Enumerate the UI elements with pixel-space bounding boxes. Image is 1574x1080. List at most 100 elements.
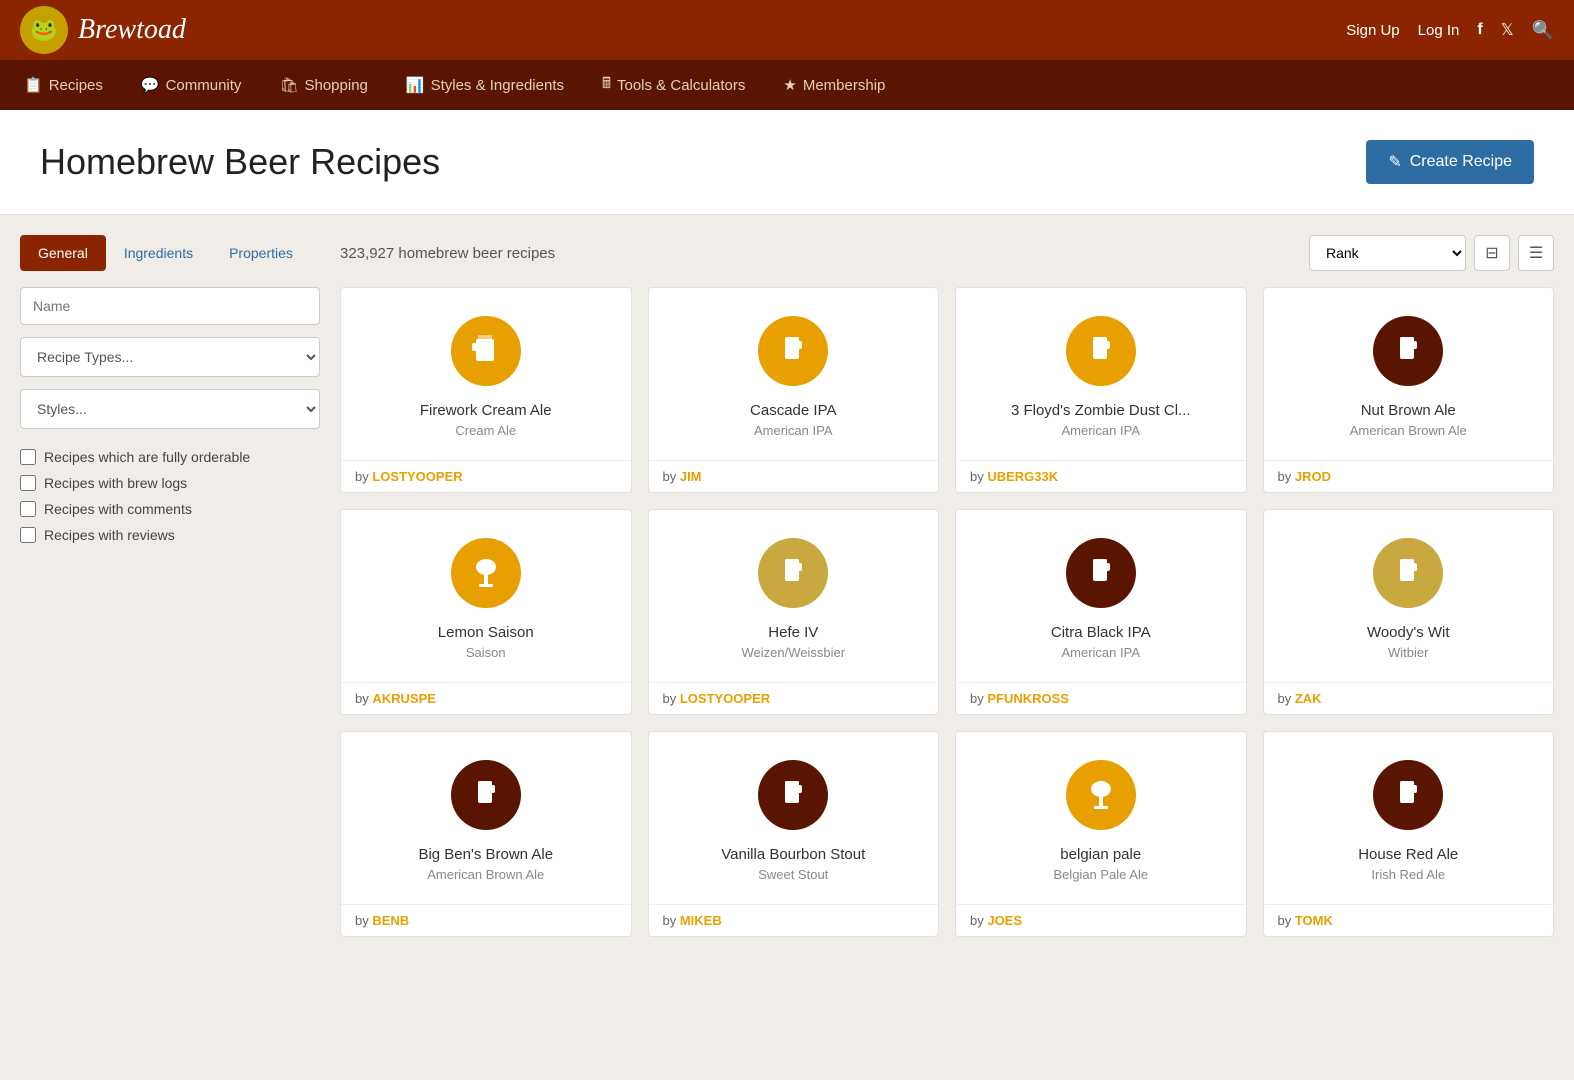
card-icon-area [956, 510, 1246, 624]
author-link[interactable]: BENB [372, 913, 409, 928]
recipe-card[interactable]: Woody's Wit Witbier by ZAK [1263, 509, 1555, 715]
logo-icon: 🐸 [20, 6, 68, 54]
author-link[interactable]: JROD [1295, 469, 1331, 484]
checkbox-reviews[interactable]: Recipes with reviews [20, 527, 320, 543]
recipe-card[interactable]: Citra Black IPA American IPA by PFUNKROS… [955, 509, 1247, 715]
create-icon: ✎ [1388, 152, 1401, 172]
checkbox-orderable-input[interactable] [20, 449, 36, 465]
nav-membership[interactable]: ★ Membership [779, 60, 889, 110]
card-name: 3 Floyd's Zombie Dust Cl... [970, 402, 1232, 419]
card-footer: by LOSTYOOPER [341, 460, 631, 492]
author-link[interactable]: LOSTYOOPER [680, 691, 770, 706]
card-footer: by ZAK [1264, 682, 1554, 714]
list-view-button[interactable]: ☰ [1518, 235, 1554, 271]
recipe-grid: Firework Cream Ale Cream Ale by LOSTYOOP… [340, 287, 1554, 937]
sort-controls: Rank Newest Most Viewed Most Commented ⊟… [1309, 235, 1554, 271]
card-name: Citra Black IPA [970, 624, 1232, 641]
styles-select[interactable]: Styles... [20, 389, 320, 429]
card-name: belgian pale [970, 846, 1232, 863]
card-style: American Brown Ale [355, 867, 617, 882]
twitter-icon[interactable]: 𝕏 [1501, 20, 1514, 40]
card-icon-area [341, 510, 631, 624]
card-name: House Red Ale [1278, 846, 1540, 863]
author-link[interactable]: JOES [987, 913, 1022, 928]
filter-icon-button[interactable]: ⊟ [1474, 235, 1510, 271]
recipe-types-select[interactable]: Recipe Types... [20, 337, 320, 377]
author-link[interactable]: AKRUSPE [372, 691, 436, 706]
beer-icon [1373, 316, 1443, 386]
nav-shopping[interactable]: 🛍 Shopping [275, 60, 371, 110]
checkbox-brewlogs[interactable]: Recipes with brew logs [20, 475, 320, 491]
tab-general[interactable]: General [20, 235, 106, 271]
recipe-card[interactable]: Cascade IPA American IPA by JIM [648, 287, 940, 493]
name-input[interactable] [20, 287, 320, 325]
checkbox-comments[interactable]: Recipes with comments [20, 501, 320, 517]
page-header: Homebrew Beer Recipes ✎ Create Recipe [0, 110, 1574, 215]
search-icon[interactable]: 🔍 [1532, 20, 1554, 41]
tab-properties[interactable]: Properties [211, 235, 311, 271]
facebook-icon[interactable]: f [1477, 21, 1482, 39]
recipe-card[interactable]: Vanilla Bourbon Stout Sweet Stout by MIK… [648, 731, 940, 937]
card-footer: by TOMK [1264, 904, 1554, 936]
card-body: Woody's Wit Witbier [1264, 624, 1554, 682]
recipes-icon: 📋 [24, 76, 43, 94]
card-body: Big Ben's Brown Ale American Brown Ale [341, 846, 631, 904]
page-title: Homebrew Beer Recipes [40, 141, 440, 183]
card-icon-area [956, 732, 1246, 846]
card-style: American Brown Ale [1278, 423, 1540, 438]
card-footer: by MIKEB [649, 904, 939, 936]
recipe-card[interactable]: Nut Brown Ale American Brown Ale by JROD [1263, 287, 1555, 493]
tab-ingredients[interactable]: Ingredients [106, 235, 211, 271]
card-icon-area [649, 732, 939, 846]
recipe-card[interactable]: Firework Cream Ale Cream Ale by LOSTYOOP… [340, 287, 632, 493]
beer-icon [451, 538, 521, 608]
nav-styles[interactable]: 📊 Styles & Ingredients [402, 60, 568, 110]
card-style: American IPA [970, 423, 1232, 438]
card-body: 3 Floyd's Zombie Dust Cl... American IPA [956, 402, 1246, 460]
card-footer: by LOSTYOOPER [649, 682, 939, 714]
checkbox-brewlogs-input[interactable] [20, 475, 36, 491]
card-name: Lemon Saison [355, 624, 617, 641]
checkbox-orderable[interactable]: Recipes which are fully orderable [20, 449, 320, 465]
card-body: Cascade IPA American IPA [649, 402, 939, 460]
author-link[interactable]: UBERG33K [987, 469, 1058, 484]
main-nav: 📋 Recipes 💬 Community 🛍 Shopping 📊 Style… [0, 60, 1574, 110]
nav-recipes[interactable]: 📋 Recipes [20, 60, 107, 110]
nav-community[interactable]: 💬 Community [137, 60, 246, 110]
checkbox-comments-input[interactable] [20, 501, 36, 517]
card-icon-area [1264, 732, 1554, 846]
checkbox-reviews-input[interactable] [20, 527, 36, 543]
author-link[interactable]: PFUNKROSS [987, 691, 1069, 706]
beer-icon [1066, 760, 1136, 830]
logo-text: Brewtoad [78, 14, 186, 46]
card-body: Lemon Saison Saison [341, 624, 631, 682]
card-body: Citra Black IPA American IPA [956, 624, 1246, 682]
card-footer: by PFUNKROSS [956, 682, 1246, 714]
sort-select[interactable]: Rank Newest Most Viewed Most Commented [1309, 235, 1466, 271]
author-link[interactable]: ZAK [1295, 691, 1322, 706]
beer-icon [451, 760, 521, 830]
recipe-card[interactable]: belgian pale Belgian Pale Ale by JOES [955, 731, 1247, 937]
recipe-card[interactable]: Lemon Saison Saison by AKRUSPE [340, 509, 632, 715]
card-footer: by JOES [956, 904, 1246, 936]
create-recipe-button[interactable]: ✎ Create Recipe [1366, 140, 1534, 184]
recipe-count: 323,927 homebrew beer recipes [340, 245, 555, 262]
recipe-card[interactable]: Hefe IV Weizen/Weissbier by LOSTYOOPER [648, 509, 940, 715]
card-body: Vanilla Bourbon Stout Sweet Stout [649, 846, 939, 904]
author-link[interactable]: LOSTYOOPER [372, 469, 462, 484]
card-icon-area [341, 288, 631, 402]
author-link[interactable]: MIKEB [680, 913, 722, 928]
signup-link[interactable]: Sign Up [1346, 22, 1399, 39]
author-link[interactable]: JIM [680, 469, 702, 484]
styles-icon: 📊 [406, 76, 425, 94]
login-link[interactable]: Log In [1418, 22, 1460, 39]
recipe-card[interactable]: House Red Ale Irish Red Ale by TOMK [1263, 731, 1555, 937]
card-footer: by BENB [341, 904, 631, 936]
author-link[interactable]: TOMK [1295, 913, 1333, 928]
nav-tools[interactable]: 🖩 Tools & Calculators [598, 60, 749, 110]
beer-icon [758, 316, 828, 386]
card-name: Firework Cream Ale [355, 402, 617, 419]
recipe-card[interactable]: Big Ben's Brown Ale American Brown Ale b… [340, 731, 632, 937]
recipe-card[interactable]: 3 Floyd's Zombie Dust Cl... American IPA… [955, 287, 1247, 493]
beer-icon [758, 538, 828, 608]
